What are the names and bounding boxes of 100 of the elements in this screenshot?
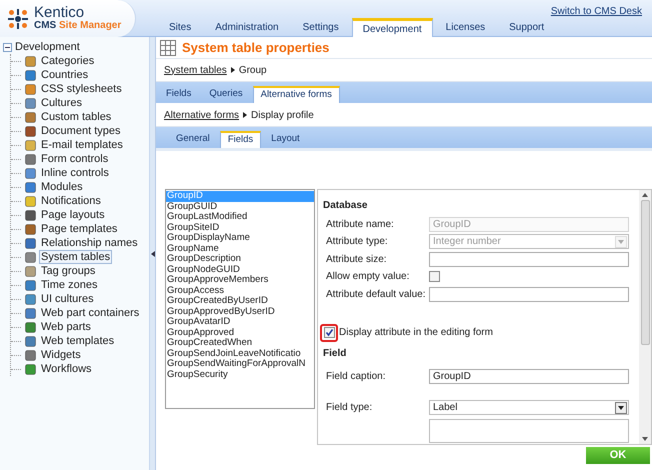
field-list-item[interactable]: GroupCreatedWhen xyxy=(166,338,314,348)
main-tab[interactable]: Support xyxy=(498,18,556,37)
field-list-item[interactable]: GroupApproveMembers xyxy=(166,275,314,286)
field-list-item[interactable]: GroupApproved xyxy=(166,328,314,338)
tab[interactable]: Queries xyxy=(201,86,251,103)
tree-item-icon xyxy=(25,280,36,290)
tree-item[interactable]: Page layouts xyxy=(39,208,107,222)
field-label: Allow empty value: xyxy=(325,270,410,284)
main-tab[interactable]: Development xyxy=(352,18,433,37)
field-list-item[interactable]: GroupLastModified xyxy=(166,212,314,222)
breadcrumb-current: Display profile xyxy=(251,108,314,122)
text-field[interactable] xyxy=(429,286,629,302)
breadcrumb-arrow-icon xyxy=(230,67,235,73)
field-list-item[interactable]: GroupDescription xyxy=(166,254,314,264)
tree-item[interactable]: Web parts xyxy=(39,320,93,334)
tree-item[interactable]: Web templates xyxy=(39,334,116,348)
logo-icon xyxy=(7,8,29,30)
tree-item[interactable]: Web part containers xyxy=(39,306,142,320)
collapse-toggle[interactable] xyxy=(3,42,12,52)
tree-root[interactable]: Development xyxy=(15,38,80,56)
tree-item-icon xyxy=(25,350,36,360)
tree-item[interactable]: Page templates xyxy=(39,222,120,236)
main-tab[interactable]: Licenses xyxy=(434,18,496,37)
collapse-arrow-icon[interactable] xyxy=(150,250,154,256)
tree-item-icon xyxy=(25,224,36,234)
text-field[interactable] xyxy=(429,252,629,267)
scroll-thumb[interactable] xyxy=(640,200,650,345)
logo-product: Site Manager xyxy=(59,20,122,30)
field-list-item[interactable]: GroupGUID xyxy=(166,202,314,212)
tree-item-icon xyxy=(25,196,36,206)
switch-link[interactable]: Switch to CMS Desk xyxy=(550,4,642,18)
field-list-item[interactable]: GroupSecurity xyxy=(166,370,314,380)
field-label: Attribute size: xyxy=(325,252,388,267)
field-label: Attribute default value: xyxy=(325,288,427,302)
logo-name: Kentico xyxy=(34,6,86,18)
field-list[interactable] xyxy=(165,189,315,409)
page-title: System table properties xyxy=(182,38,330,57)
grid-icon xyxy=(160,40,176,56)
tab[interactable]: Layout xyxy=(263,131,308,148)
tree-item[interactable]: Form controls xyxy=(39,152,110,166)
field-list-item[interactable]: GroupName xyxy=(166,244,314,254)
tree-item-icon xyxy=(25,294,36,304)
tree-item-icon xyxy=(25,84,36,94)
breadcrumb-arrow-icon xyxy=(243,112,248,118)
field-label: Attribute name: xyxy=(325,218,395,232)
scroll-down-icon[interactable] xyxy=(642,437,648,441)
check-icon xyxy=(324,328,334,338)
main-tab[interactable]: Administration xyxy=(204,18,290,37)
tree-item[interactable]: Time zones xyxy=(39,278,100,292)
checkbox[interactable] xyxy=(429,271,440,282)
field-label: Field caption: xyxy=(325,370,386,384)
breadcrumb-link[interactable]: Alternative forms xyxy=(164,108,240,122)
field-list-item[interactable]: GroupDisplayName xyxy=(166,233,314,244)
tree-item[interactable]: UI cultures xyxy=(39,292,96,306)
scrollbar[interactable] xyxy=(639,190,651,444)
tab[interactable]: General xyxy=(168,131,218,148)
text-area[interactable] xyxy=(429,418,629,443)
tree-item[interactable]: Inline controls xyxy=(39,166,111,180)
text-field[interactable]: GroupID xyxy=(429,369,629,384)
tree-item-icon xyxy=(25,336,36,346)
tree-item[interactable]: Widgets xyxy=(39,348,83,362)
tree-item[interactable]: Tag groups xyxy=(39,264,98,278)
tree-item-icon xyxy=(25,168,36,178)
tree-item-icon xyxy=(25,322,36,332)
tree-item[interactable]: Categories xyxy=(39,54,96,68)
dropdown[interactable]: Label xyxy=(429,400,629,416)
tree-item[interactable]: E-mail templates xyxy=(39,138,125,152)
checkbox-label: Display attribute in the editing form xyxy=(339,326,493,340)
section-heading: Field xyxy=(323,346,348,361)
scroll-up-icon[interactable] xyxy=(642,193,648,197)
section-heading: Database xyxy=(323,198,368,212)
field-list-item[interactable]: GroupSendWaitingForApprovalN xyxy=(166,359,314,370)
tree-item[interactable]: Custom tables xyxy=(39,110,114,124)
field-list-item[interactable]: GroupNodeGUID xyxy=(166,264,314,275)
tree-item[interactable]: Countries xyxy=(39,68,90,82)
tree-item[interactable]: Workflows xyxy=(39,362,94,376)
checkbox[interactable] xyxy=(324,327,334,338)
main-tab[interactable]: Settings xyxy=(292,18,350,37)
tree-item[interactable]: CSS stylesheets xyxy=(39,82,124,96)
field-list-item[interactable]: GroupAvatarID xyxy=(166,317,314,328)
tree-item[interactable]: Cultures xyxy=(39,96,84,110)
field-label: Attribute type: xyxy=(325,235,389,250)
field-list-item[interactable]: GroupSendJoinLeaveNotificatio xyxy=(166,348,314,359)
field-list-item[interactable]: GroupAccess xyxy=(166,286,314,296)
tab[interactable]: Alternative forms xyxy=(252,86,340,103)
tree-item-icon xyxy=(25,126,36,136)
tree-item-icon xyxy=(25,364,36,374)
tree-item[interactable]: System tables xyxy=(39,250,112,264)
field-list-item[interactable]: GroupCreatedByUserID xyxy=(166,296,314,306)
field-list-item[interactable]: GroupSiteID xyxy=(166,222,314,233)
tree-item[interactable]: Notifications xyxy=(39,194,103,208)
tab[interactable]: Fields xyxy=(158,86,200,103)
field-list-item[interactable]: GroupApprovedByUserID xyxy=(166,306,314,317)
tab[interactable]: Fields xyxy=(220,131,262,148)
tree-item-icon xyxy=(25,266,36,276)
tree-item[interactable]: Relationship names xyxy=(39,236,140,250)
breadcrumb-link[interactable]: System tables xyxy=(164,62,227,78)
tree-item[interactable]: Modules xyxy=(39,180,85,194)
main-tab[interactable]: Sites xyxy=(158,18,202,37)
tree-item[interactable]: Document types xyxy=(39,124,122,138)
